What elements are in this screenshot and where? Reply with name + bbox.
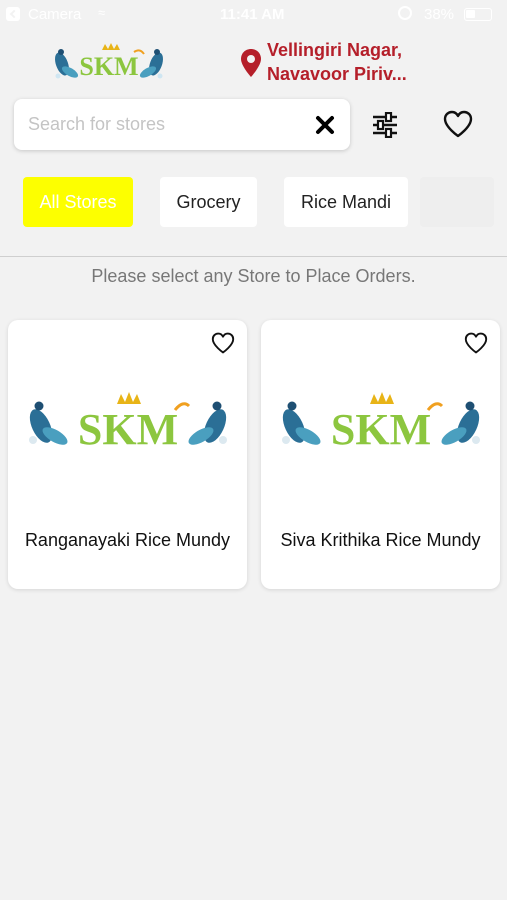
crown-icon [102,43,120,50]
search-input[interactable] [28,99,308,150]
filter-sliders-icon[interactable] [372,112,398,138]
heart-icon[interactable] [211,332,235,354]
peacock-left-icon [29,401,68,445]
orientation-lock-icon [398,6,412,20]
wifi-icon: ≈ [98,5,106,20]
peacock-right-icon [188,401,227,445]
status-time: 11:41 AM [220,6,285,23]
location-line-1: Vellingiri Nagar, [267,40,403,60]
location-line-2: Navavoor Piriv... [267,64,407,84]
status-carrier: Camera [28,6,82,23]
tab-all-stores[interactable]: All Stores [23,177,133,227]
crown-icon [117,392,141,404]
peacock-right-icon [441,401,480,445]
heart-icon[interactable] [464,332,488,354]
category-tabs: All Stores Grocery Rice Mandi [0,166,507,238]
peacock-right-icon [139,49,163,79]
favorites-heart-icon[interactable] [443,110,473,138]
back-to-app-icon[interactable] [6,7,20,21]
app-logo: SKM [50,42,168,84]
tab-more[interactable] [420,177,494,227]
battery-icon [464,8,492,21]
store-logo: SKM [282,392,480,452]
location-pin-icon [241,49,261,77]
crown-icon [370,392,394,404]
store-name: Siva Krithika Rice Mundy [280,530,481,550]
peacock-left-icon [55,49,79,79]
store-logo-text: SKM [331,405,431,452]
search-bar [14,99,350,150]
tab-rice-mandi[interactable]: Rice Mandi [284,177,408,227]
divider [0,256,507,257]
info-message: Please select any Store to Place Orders. [91,266,416,286]
tab-grocery[interactable]: Grocery [160,177,257,227]
logo-text: SKM [79,52,138,81]
status-bar: Camera ≈ 11:41 AM 38% [0,0,507,30]
store-card[interactable]: SKM Siva Krithika Rice Mundy [261,320,500,589]
battery-percent: 38% [424,6,455,23]
store-card[interactable]: SKM Ranganayaki Rice Mundy [8,320,247,589]
peacock-left-icon [282,401,321,445]
store-name: Ranganayaki Rice Mundy [24,530,231,550]
store-logo-text: SKM [78,405,178,452]
close-icon[interactable] [315,115,335,135]
store-logo: SKM [29,392,227,452]
